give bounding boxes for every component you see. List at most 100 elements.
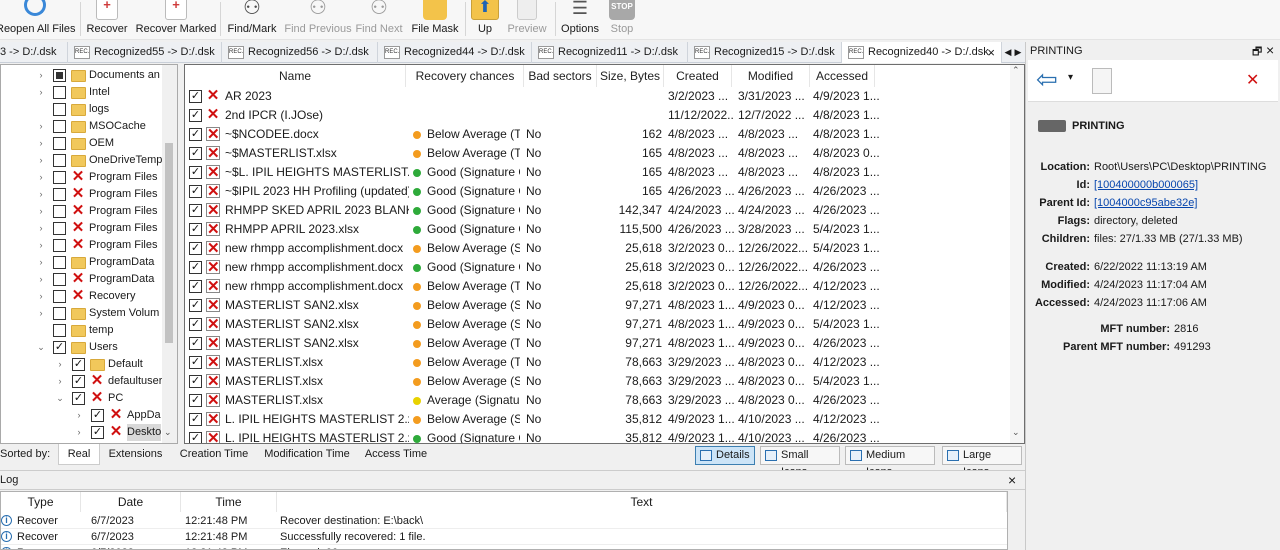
file-list-scrollbar[interactable]: ⌃ ⌄ xyxy=(1010,65,1024,443)
tab-scroll-left[interactable]: ◀ xyxy=(1003,44,1013,60)
column-header-name[interactable]: Name xyxy=(185,65,406,87)
tree-checkbox[interactable] xyxy=(53,256,66,269)
tree-item[interactable]: logs xyxy=(1,101,177,118)
tree-checkbox[interactable]: ✓ xyxy=(72,358,85,371)
tab-5[interactable]: REC. Recognized15 -> D:/.dsk xyxy=(688,42,842,63)
tree-checkbox[interactable] xyxy=(53,154,66,167)
tree-item[interactable]: › System Volum xyxy=(1,305,177,322)
preview-button[interactable]: Preview xyxy=(505,0,549,40)
row-checkbox[interactable]: ✓ xyxy=(189,261,202,274)
find-mark-button[interactable]: ⚇ Find/Mark xyxy=(225,0,279,40)
file-scroll-up[interactable]: ⌃ xyxy=(1012,65,1020,76)
row-checkbox[interactable]: ✓ xyxy=(189,337,202,350)
tab-6[interactable]: REC. Recognized40 -> D:/.dsk × xyxy=(842,42,1002,63)
table-row[interactable]: ✓ ✕ ~$IPIL 2023 HH Profiling (updated)_a Go… xyxy=(185,182,1011,201)
expand-arrow-icon[interactable]: › xyxy=(37,67,45,84)
property-link[interactable]: [100400000b000065] xyxy=(1094,176,1198,194)
expand-arrow-icon[interactable]: › xyxy=(75,424,83,441)
row-checkbox[interactable]: ✓ xyxy=(189,280,202,293)
table-row[interactable]: ✓ ✕ AR 2023 3/2/2023 ... 3/31/2023 ... 4/9/20… xyxy=(185,87,1011,106)
copy-icon[interactable] xyxy=(1092,68,1112,94)
options-button[interactable]: ☰ Options xyxy=(560,0,600,40)
row-checkbox[interactable]: ✓ xyxy=(189,375,202,388)
row-checkbox[interactable]: ✓ xyxy=(189,185,202,198)
sort-tab-modification-time[interactable]: Modification Time xyxy=(257,444,357,465)
view-large-icons-button[interactable]: Large Icons xyxy=(942,446,1022,478)
row-checkbox[interactable]: ✓ xyxy=(189,394,202,407)
find-next-button[interactable]: ⚇ Find Next xyxy=(355,0,403,40)
row-checkbox[interactable]: ✓ xyxy=(189,166,202,179)
tree-checkbox[interactable] xyxy=(53,273,66,286)
tab-3[interactable]: REC. Recognized44 -> D:/.dsk xyxy=(378,42,532,63)
file-scroll-down[interactable]: ⌄ xyxy=(1012,427,1020,438)
tree-checkbox[interactable] xyxy=(53,324,66,337)
expand-arrow-icon[interactable]: › xyxy=(37,237,45,254)
tree-checkbox[interactable] xyxy=(53,307,66,320)
log-column-type[interactable]: Type xyxy=(1,492,81,512)
expand-arrow-icon[interactable]: › xyxy=(37,169,45,186)
row-checkbox[interactable]: ✓ xyxy=(189,242,202,255)
tree-item[interactable]: › OEM xyxy=(1,135,177,152)
row-checkbox[interactable]: ✓ xyxy=(189,204,202,217)
tree-item[interactable]: temp xyxy=(1,322,177,339)
tree-checkbox[interactable] xyxy=(53,290,66,303)
back-arrow-icon[interactable]: ⇦ xyxy=(1036,64,1058,95)
view-small-icons-button[interactable]: Small Icons xyxy=(760,446,840,478)
log-close-button[interactable]: × xyxy=(1008,472,1016,488)
file-mask-button[interactable]: File Mask xyxy=(410,0,460,40)
tree-item[interactable]: › MSOCache xyxy=(1,118,177,135)
tree-checkbox[interactable]: ✓ xyxy=(91,409,104,422)
tree-checkbox[interactable] xyxy=(53,222,66,235)
tree-item[interactable]: › ✓ ✕ AppDa xyxy=(1,407,177,424)
column-header-bad-sectors[interactable]: Bad sectors xyxy=(524,65,597,87)
tree-checkbox[interactable] xyxy=(53,205,66,218)
properties-close-button[interactable]: × xyxy=(1266,42,1274,58)
view-medium-icons-button[interactable]: Medium Icons xyxy=(845,446,935,478)
tree-item[interactable]: › ✕ Program Files xyxy=(1,237,177,254)
column-header-created[interactable]: Created xyxy=(664,65,732,87)
expand-arrow-icon[interactable]: › xyxy=(37,186,45,203)
row-checkbox[interactable]: ✓ xyxy=(189,223,202,236)
tree-scrollbar[interactable]: ⌄ xyxy=(162,65,177,443)
tree-checkbox[interactable]: ✓ xyxy=(91,426,104,439)
tab-close-icon[interactable]: × xyxy=(987,42,995,63)
column-header-size-bytes[interactable]: Size, Bytes xyxy=(597,65,664,87)
table-row[interactable]: ✓ ✕ RHMPP APRIL 2023.xlsx Good (Signature O… xyxy=(185,220,1011,239)
sort-tab-access-time[interactable]: Access Time xyxy=(357,444,435,465)
tree-item[interactable]: › ✕ ProgramData xyxy=(1,271,177,288)
tab-0[interactable]: 3 -> D:/.dsk xyxy=(0,42,68,63)
column-header-accessed[interactable]: Accessed xyxy=(810,65,875,87)
sort-tab-extensions[interactable]: Extensions xyxy=(101,444,170,465)
tree-checkbox[interactable] xyxy=(53,120,66,133)
table-row[interactable]: ✓ ✕ new rhmpp accomplishment.docx Good (Sig… xyxy=(185,258,1011,277)
tree-checkbox[interactable] xyxy=(53,103,66,116)
tree-item[interactable]: › ✓ ✕ defaultuser xyxy=(1,373,177,390)
up-button[interactable]: ⬆ Up xyxy=(470,0,500,40)
tree-item[interactable]: › Intel xyxy=(1,84,177,101)
tree-item[interactable]: › ✕ Program Files xyxy=(1,169,177,186)
expand-arrow-icon[interactable]: › xyxy=(37,254,45,271)
expand-arrow-icon[interactable]: › xyxy=(37,152,45,169)
reopen-all-files-button[interactable]: Reopen All Files xyxy=(0,0,76,40)
row-checkbox[interactable]: ✓ xyxy=(189,147,202,160)
expand-arrow-icon[interactable]: › xyxy=(37,84,45,101)
log-row[interactable]: i Recover 6/7/2023 12:21:48 PM Successfully … xyxy=(1,529,1007,545)
tree-item[interactable]: › OneDriveTemp xyxy=(1,152,177,169)
back-dropdown-icon[interactable]: ▾ xyxy=(1068,72,1073,83)
tree-checkbox[interactable] xyxy=(53,86,66,99)
expand-arrow-icon[interactable]: › xyxy=(37,305,45,322)
table-row[interactable]: ✓ ✕ MASTERLIST.xlsx Below Average (Tx No 78,6… xyxy=(185,353,1011,372)
table-row[interactable]: ✓ ✕ MASTERLIST SAN2.xlsx Below Average (Sig… xyxy=(185,296,1011,315)
expand-arrow-icon[interactable]: › xyxy=(37,288,45,305)
expand-arrow-icon[interactable]: › xyxy=(56,373,64,390)
tree-checkbox[interactable] xyxy=(53,137,66,150)
expand-arrow-icon[interactable]: › xyxy=(37,220,45,237)
find-previous-button[interactable]: ⚇ Find Previous xyxy=(283,0,353,40)
sort-tab-creation-time[interactable]: Creation Time xyxy=(171,444,257,465)
tree-item[interactable]: › ✕ Program Files xyxy=(1,203,177,220)
table-row[interactable]: ✓ ✕ new rhmpp accomplishment.docx Below Ave… xyxy=(185,239,1011,258)
tab-4[interactable]: REC. Recognized11 -> D:/.dsk xyxy=(532,42,688,63)
tree-item[interactable]: › ✓ ✕ Deskto xyxy=(1,424,177,441)
table-row[interactable]: ✓ ✕ new rhmpp accomplishment.docx Below Ave… xyxy=(185,277,1011,296)
tree-item[interactable]: › ✕ Recovery xyxy=(1,288,177,305)
